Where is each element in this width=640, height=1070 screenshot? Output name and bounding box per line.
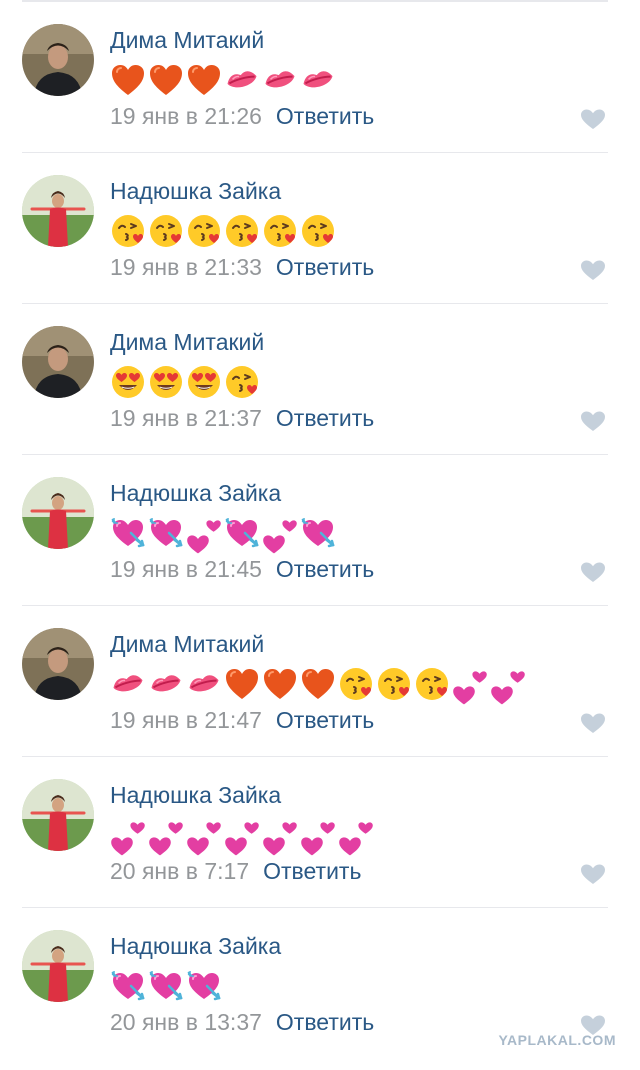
two-hearts-icon xyxy=(224,817,260,856)
kiss-mark-icon xyxy=(148,666,184,702)
comment-date[interactable]: 19 янв в 21:26 xyxy=(110,103,262,129)
kiss-mark-icon xyxy=(300,62,336,98)
author-name-link[interactable]: Дима Митакий xyxy=(110,27,264,54)
comment-meta: 19 янв в 21:47 Ответить xyxy=(110,707,374,734)
avatar[interactable] xyxy=(22,326,94,398)
kiss-mark-icon xyxy=(110,666,146,702)
comment-text xyxy=(110,211,336,251)
reply-link[interactable]: Ответить xyxy=(276,556,374,582)
avatar[interactable] xyxy=(22,24,94,96)
reply-link[interactable]: Ответить xyxy=(276,1009,374,1035)
two-hearts-icon xyxy=(338,817,374,856)
avatar[interactable] xyxy=(22,477,94,549)
watermark: YAPLAKAL.COM xyxy=(498,1032,616,1048)
comment-text xyxy=(110,362,260,402)
comment-text xyxy=(110,966,222,1006)
kiss-mark-icon xyxy=(186,666,222,702)
like-heart-icon[interactable] xyxy=(580,259,606,281)
heart-eyes-face-icon xyxy=(186,364,222,400)
heart-with-arrow-icon xyxy=(148,515,184,551)
heart-icon xyxy=(224,666,260,702)
heart-with-arrow-icon xyxy=(148,968,184,1004)
comment-date[interactable]: 19 янв в 21:47 xyxy=(110,707,262,733)
heart-eyes-face-icon xyxy=(148,364,184,400)
face-blowing-kiss-icon xyxy=(376,666,412,702)
comment-meta: 19 янв в 21:45 Ответить xyxy=(110,556,374,583)
author-name-link[interactable]: Надюшка Зайка xyxy=(110,933,281,960)
two-hearts-icon xyxy=(452,666,488,705)
heart-icon xyxy=(300,666,336,702)
face-blowing-kiss-icon xyxy=(110,213,146,249)
comment-text xyxy=(110,60,336,100)
two-hearts-icon xyxy=(262,515,298,554)
heart-with-arrow-icon xyxy=(224,515,260,551)
heart-icon xyxy=(262,666,298,702)
kiss-mark-icon xyxy=(262,62,298,98)
like-heart-icon[interactable] xyxy=(580,863,606,885)
comment-date[interactable]: 19 янв в 21:37 xyxy=(110,405,262,431)
comment-item: Дима Митакий 19 янв в 21:37 Ответить xyxy=(0,304,640,455)
heart-icon xyxy=(110,62,146,98)
comment-text xyxy=(110,815,374,856)
comment-text xyxy=(110,513,336,554)
heart-icon xyxy=(148,62,184,98)
heart-icon xyxy=(186,62,222,98)
face-blowing-kiss-icon xyxy=(414,666,450,702)
avatar[interactable] xyxy=(22,779,94,851)
heart-with-arrow-icon xyxy=(110,968,146,1004)
comment-date[interactable]: 20 янв в 13:37 xyxy=(110,1009,262,1035)
face-blowing-kiss-icon xyxy=(148,213,184,249)
comment-date[interactable]: 19 янв в 21:33 xyxy=(110,254,262,280)
reply-link[interactable]: Ответить xyxy=(276,405,374,431)
face-blowing-kiss-icon xyxy=(338,666,374,702)
face-blowing-kiss-icon xyxy=(186,213,222,249)
like-heart-icon[interactable] xyxy=(580,410,606,432)
author-name-link[interactable]: Дима Митакий xyxy=(110,329,264,356)
comment-meta: 19 янв в 21:26 Ответить xyxy=(110,103,374,130)
author-name-link[interactable]: Надюшка Зайка xyxy=(110,782,281,809)
like-heart-icon[interactable] xyxy=(580,561,606,583)
reply-link[interactable]: Ответить xyxy=(276,103,374,129)
comment-item: Надюшка Зайка 19 янв в 21:45 Ответить xyxy=(0,455,640,606)
two-hearts-icon xyxy=(110,817,146,856)
two-hearts-icon xyxy=(186,817,222,856)
comment-item: Надюшка Зайка 19 янв в 21:33 Ответить xyxy=(0,153,640,304)
comment-text xyxy=(110,664,526,705)
two-hearts-icon xyxy=(262,817,298,856)
comment-date[interactable]: 19 янв в 21:45 xyxy=(110,556,262,582)
author-name-link[interactable]: Дима Митакий xyxy=(110,631,264,658)
face-blowing-kiss-icon xyxy=(300,213,336,249)
heart-with-arrow-icon xyxy=(300,515,336,551)
face-blowing-kiss-icon xyxy=(262,213,298,249)
comment-meta: 19 янв в 21:33 Ответить xyxy=(110,254,374,281)
comment-item: Надюшка Зайка 20 янв в 7:17 Ответить xyxy=(0,757,640,908)
heart-eyes-face-icon xyxy=(110,364,146,400)
face-blowing-kiss-icon xyxy=(224,213,260,249)
face-blowing-kiss-icon xyxy=(224,364,260,400)
like-heart-icon[interactable] xyxy=(580,108,606,130)
comment-meta: 20 янв в 13:37 Ответить xyxy=(110,1009,374,1036)
comment-item: Дима Митакий 19 янв в 21:47 Ответить xyxy=(0,606,640,757)
author-name-link[interactable]: Надюшка Зайка xyxy=(110,178,281,205)
avatar[interactable] xyxy=(22,930,94,1002)
avatar[interactable] xyxy=(22,628,94,700)
comment-item: Дима Митакий 19 янв в 21:26 Ответить xyxy=(0,2,640,153)
like-heart-icon[interactable] xyxy=(580,712,606,734)
reply-link[interactable]: Ответить xyxy=(276,707,374,733)
avatar[interactable] xyxy=(22,175,94,247)
two-hearts-icon xyxy=(490,666,526,705)
reply-link[interactable]: Ответить xyxy=(263,858,361,884)
comment-meta: 19 янв в 21:37 Ответить xyxy=(110,405,374,432)
heart-with-arrow-icon xyxy=(186,968,222,1004)
kiss-mark-icon xyxy=(224,62,260,98)
reply-link[interactable]: Ответить xyxy=(276,254,374,280)
comment-date[interactable]: 20 янв в 7:17 xyxy=(110,858,249,884)
author-name-link[interactable]: Надюшка Зайка xyxy=(110,480,281,507)
comment-meta: 20 янв в 7:17 Ответить xyxy=(110,858,361,885)
two-hearts-icon xyxy=(148,817,184,856)
two-hearts-icon xyxy=(300,817,336,856)
two-hearts-icon xyxy=(186,515,222,554)
heart-with-arrow-icon xyxy=(110,515,146,551)
